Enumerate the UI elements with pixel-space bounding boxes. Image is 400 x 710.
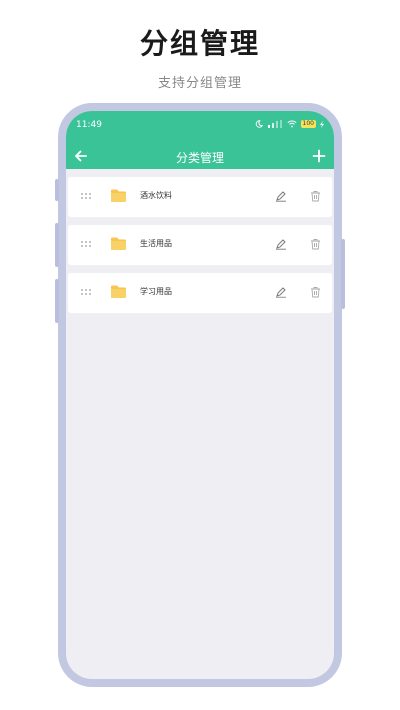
folder-icon	[111, 189, 126, 202]
phone-side-button	[55, 179, 59, 201]
charging-icon	[320, 120, 324, 128]
drag-handle-icon[interactable]	[80, 240, 92, 248]
wifi-icon	[287, 120, 297, 128]
status-icons: 100	[255, 119, 324, 129]
category-label: 酒水饮料	[140, 191, 172, 200]
plus-icon[interactable]	[312, 149, 326, 163]
pencil-icon[interactable]	[275, 238, 287, 250]
phone-side-button	[55, 223, 59, 267]
category-label: 生活用品	[140, 239, 172, 248]
drag-handle-icon[interactable]	[80, 192, 92, 200]
category-label: 学习用品	[140, 287, 172, 296]
signal-icon	[267, 120, 282, 128]
list-item[interactable]: 生活用品	[68, 225, 332, 265]
drag-handle-icon[interactable]	[80, 288, 92, 296]
pencil-icon[interactable]	[275, 286, 287, 298]
phone-side-button	[55, 279, 59, 323]
app-header: 11:49 100 分类管理	[66, 111, 334, 169]
phone-frame: 11:49 100 分类管理 酒水饮料 生活用品 学习用品	[55, 103, 345, 687]
status-time: 11:49	[76, 120, 102, 130]
trash-icon[interactable]	[310, 190, 321, 202]
pencil-icon[interactable]	[275, 190, 287, 202]
list-item[interactable]: 学习用品	[68, 273, 332, 313]
page-title: 分类管理	[175, 151, 224, 165]
promo-subtitle: 支持分组管理	[157, 76, 242, 91]
app-screen: 11:49 100 分类管理 酒水饮料 生活用品 学习用品	[66, 111, 334, 679]
folder-icon	[111, 237, 126, 250]
phone-side-button	[341, 239, 345, 309]
moon-icon	[255, 120, 263, 128]
promo-title: 分组管理	[139, 27, 260, 60]
folder-icon	[111, 285, 126, 298]
trash-icon[interactable]	[310, 238, 321, 250]
battery-icon: 100	[300, 120, 316, 128]
trash-icon[interactable]	[310, 286, 321, 298]
list-item[interactable]: 酒水饮料	[68, 177, 332, 217]
